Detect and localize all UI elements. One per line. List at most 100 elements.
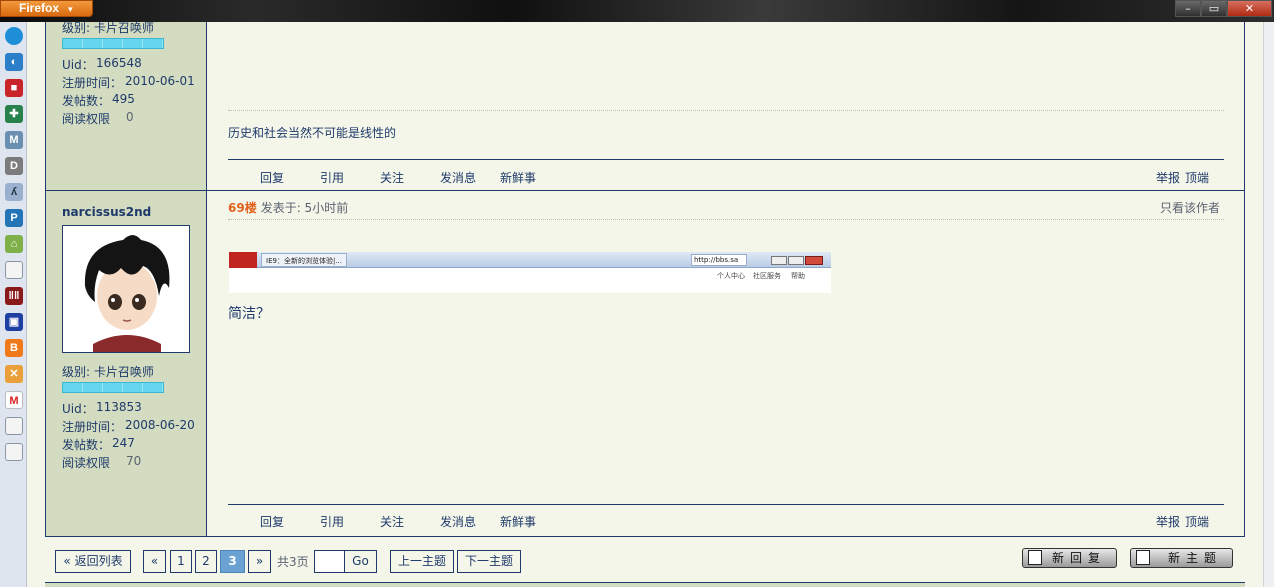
reply-link[interactable]: 回复	[260, 513, 284, 530]
message-link[interactable]: 发消息	[440, 513, 476, 530]
reg-date: 2008-06-20	[125, 418, 195, 432]
read-label: 阅读权限	[62, 456, 111, 470]
new-topic-button[interactable]: 新主题	[1130, 548, 1233, 568]
floor-number[interactable]: 69楼	[228, 201, 257, 215]
uid-value: 166548	[96, 56, 142, 70]
reg-date: 2010-06-01	[125, 74, 195, 88]
bubble-outline-icon[interactable]: ◐	[5, 53, 23, 71]
uid-value: 113853	[96, 400, 142, 414]
top-link[interactable]: 顶端	[1185, 169, 1209, 186]
green-plugin-icon[interactable]: ✚	[5, 105, 23, 123]
reg-row: 注册时间： 2010-06-01	[62, 74, 195, 91]
post-footer-divider	[228, 159, 1224, 160]
uid-row: Uid： 113853	[62, 400, 142, 417]
page-1-button[interactable]: 1	[170, 550, 192, 573]
back-to-list-button[interactable]: « 返回列表	[55, 550, 131, 573]
window-titlebar: Firefox ▼ – ▭ ✕	[0, 0, 1274, 22]
report-link[interactable]: 举报	[1156, 169, 1180, 186]
uid-row: Uid： 166548	[62, 56, 142, 73]
quote-link[interactable]: 引用	[320, 169, 344, 186]
author-level: 级别: 卡片召唤师	[62, 21, 154, 35]
report-link[interactable]: 举报	[1156, 513, 1180, 530]
uid-label: Uid：	[62, 58, 94, 72]
thread-container: 级别: 卡片召唤师 Uid： 166548 注册时间： 2010-06-01 发帖数…	[45, 21, 1245, 537]
avatar-image	[63, 226, 189, 352]
bookmark-sidebar: ◐ ■ ✚ M D ʎ P ⌂ ‖‖ ▣ B ✕ M	[0, 22, 27, 587]
level-progress-bar	[62, 382, 164, 393]
follow-link[interactable]: 关注	[380, 169, 404, 186]
total-pages: 共3页	[277, 555, 309, 569]
page-2-button[interactable]: 2	[195, 550, 217, 573]
d-icon[interactable]: D	[5, 157, 23, 175]
books-icon[interactable]: ‖‖	[5, 287, 23, 305]
embedded-tabbar: IE9：全新的浏览体验|... http://bbs.sa	[229, 252, 831, 268]
firefox-menu-label: Firefox	[19, 1, 60, 15]
new-reply-button[interactable]: 新回复	[1022, 548, 1117, 568]
embedded-url: http://bbs.sa	[691, 254, 747, 266]
page-number-input[interactable]	[314, 550, 345, 573]
read-level: 70	[126, 454, 142, 468]
prev-topic-button[interactable]: 上一主题	[390, 550, 454, 573]
embedded-screenshot[interactable]: IE9：全新的浏览体验|... http://bbs.sa 个人中心 社区服务 …	[229, 252, 831, 293]
author-column: 级别: 卡片召唤师 Uid： 166548 注册时间： 2010-06-01 发帖数…	[46, 21, 207, 536]
vertical-scrollbar[interactable]	[1263, 22, 1274, 587]
page-icon[interactable]	[5, 443, 23, 461]
gmail-icon[interactable]: M	[5, 391, 23, 409]
post-header: 69楼 发表于: 5小时前	[228, 199, 348, 216]
embedded-window-controls	[771, 254, 827, 265]
top-link[interactable]: 顶端	[1185, 513, 1209, 530]
close-icon[interactable]: ✕	[1227, 0, 1272, 17]
p-icon[interactable]: P	[5, 209, 23, 227]
post-content: 简洁？	[228, 306, 270, 322]
author-level: 级别: 卡片召唤师	[62, 365, 154, 379]
next-page-button[interactable]: »	[248, 550, 271, 573]
cube-icon[interactable]: ■	[5, 79, 23, 97]
prev-page-button[interactable]: «	[143, 550, 166, 573]
minimize-icon[interactable]: –	[1175, 0, 1201, 17]
only-author-link[interactable]: 只看该作者	[1160, 199, 1220, 216]
read-row: 阅读权限 70	[62, 454, 141, 471]
follow-link[interactable]: 关注	[380, 513, 404, 530]
signature-divider	[228, 110, 1224, 111]
reg-row: 注册时间： 2008-06-20	[62, 418, 195, 435]
reg-label: 注册时间：	[62, 420, 123, 434]
window-controls: – ▭ ✕	[1175, 0, 1272, 17]
author-username[interactable]: narcissus2nd	[62, 205, 151, 219]
blue-box-icon[interactable]: ▣	[5, 313, 23, 331]
embedded-link: 帮助	[791, 272, 805, 280]
read-label: 阅读权限	[62, 112, 111, 126]
new-topic-icon	[1136, 550, 1150, 565]
firefox-menu-button[interactable]: Firefox ▼	[0, 0, 93, 17]
quote-link[interactable]: 引用	[320, 513, 344, 530]
page-icon[interactable]	[5, 417, 23, 435]
current-page-button[interactable]: 3	[220, 550, 245, 573]
new-topic-label: 新主题	[1167, 551, 1222, 565]
fresh-link[interactable]: 新鲜事	[500, 513, 536, 530]
avatar[interactable]	[62, 225, 190, 353]
posts-count: 247	[112, 436, 135, 450]
next-topic-button[interactable]: 下一主题	[457, 550, 521, 573]
posts-label: 发帖数：	[62, 438, 111, 452]
embedded-tab: IE9：全新的浏览体验|...	[261, 253, 347, 267]
blogger-icon[interactable]: B	[5, 339, 23, 357]
page-icon[interactable]	[5, 261, 23, 279]
posts-row: 发帖数： 247	[62, 436, 135, 453]
new-reply-label: 新回复	[1051, 551, 1106, 565]
go-button[interactable]: Go	[344, 550, 377, 573]
house-icon[interactable]: ⌂	[5, 235, 23, 253]
cart-icon[interactable]: ✕	[5, 365, 23, 383]
reg-label: 注册时间：	[62, 76, 123, 90]
message-link[interactable]: 发消息	[440, 169, 476, 186]
read-row: 阅读权限 0	[62, 110, 134, 127]
reply-icon	[1028, 550, 1042, 565]
bike-icon[interactable]: ʎ	[5, 183, 23, 201]
posts-label: 发帖数：	[62, 94, 111, 108]
m-icon[interactable]: M	[5, 131, 23, 149]
dropdown-arrow-icon: ▼	[66, 5, 75, 14]
reply-link[interactable]: 回复	[260, 169, 284, 186]
bubble-icon[interactable]	[5, 27, 23, 45]
next-post-edge	[45, 582, 1245, 587]
maximize-icon[interactable]: ▭	[1201, 0, 1227, 17]
embedded-app-button	[229, 252, 257, 268]
fresh-link[interactable]: 新鲜事	[500, 169, 536, 186]
